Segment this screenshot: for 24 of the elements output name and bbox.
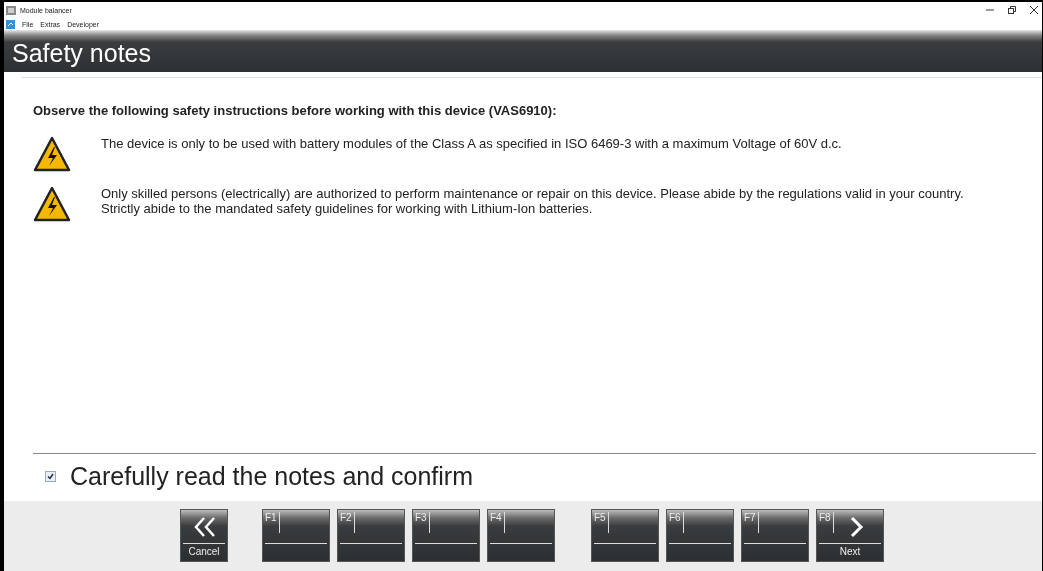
function-key-button[interactable]: F2 — [337, 509, 405, 562]
confirm-checkbox[interactable] — [45, 471, 56, 482]
note-text: The device is only to be used with battery modules of the Class A as specified in ISO 6469-3 with a maximum Voltage of 60V d.c. — [101, 136, 842, 151]
note-text: Only skilled persons (electrically) are authorized to perform maintenance or repair on this device. Please abide by the regulations valid in your country. — [101, 186, 964, 201]
double-chevron-left-icon — [194, 516, 216, 538]
cancel-button[interactable]: Cancel — [180, 509, 228, 562]
function-key-button[interactable]: F6 — [666, 509, 734, 562]
app-icon — [6, 5, 16, 15]
chevron-right-icon — [849, 516, 865, 538]
restore-icon[interactable] — [1008, 6, 1016, 14]
minimize-icon[interactable] — [986, 6, 994, 14]
next-button[interactable]: F8 Next — [816, 509, 884, 562]
intro-text: Observe the following safety instructions before working with this device (VAS6910): — [33, 103, 558, 118]
page-title: Safety notes — [12, 38, 151, 68]
confirm-label: Carefully read the notes and confirm — [70, 462, 473, 491]
function-key-button[interactable]: F7 — [741, 509, 809, 562]
close-icon[interactable] — [1030, 6, 1038, 14]
function-key-button[interactable]: F1 — [262, 509, 330, 562]
note-text: Strictly abide to the mandated safety guidelines for working with Lithium-Ion batteries. — [101, 201, 594, 216]
function-key-button[interactable]: F3 — [412, 509, 480, 562]
function-key-button[interactable]: F4 — [487, 509, 555, 562]
high-voltage-warning-icon — [33, 186, 71, 222]
function-key-button[interactable]: F5 — [591, 509, 659, 562]
high-voltage-warning-icon — [33, 136, 71, 172]
